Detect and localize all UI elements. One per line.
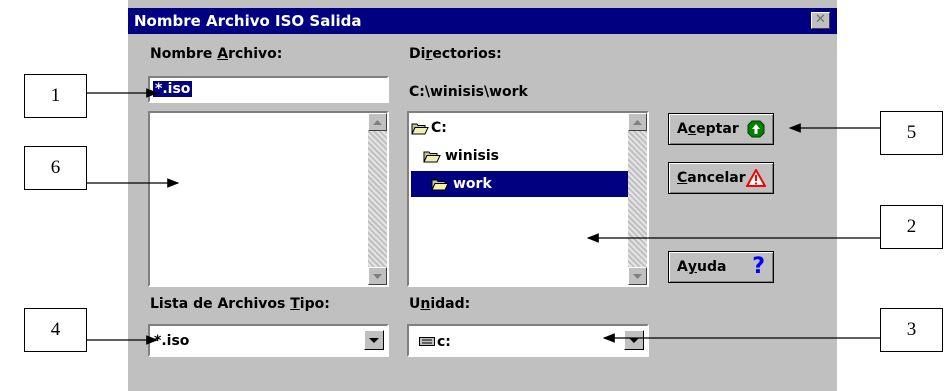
callout-arrows bbox=[87, 88, 880, 345]
